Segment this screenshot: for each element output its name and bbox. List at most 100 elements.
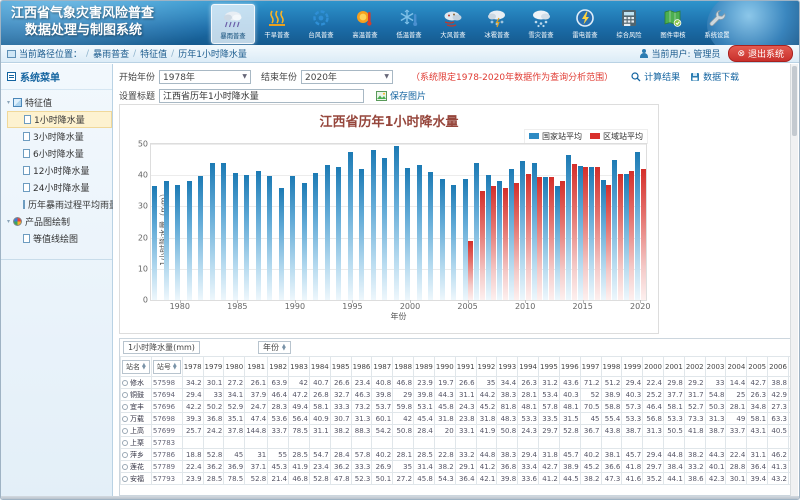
bar-national[interactable] xyxy=(359,169,364,300)
bar-regional[interactable] xyxy=(491,186,496,300)
bar-national[interactable] xyxy=(279,188,284,300)
radio-icon[interactable] xyxy=(122,440,128,446)
tree-leaf-3h-precip[interactable]: 3小时降水量 xyxy=(7,128,112,145)
year-column-header[interactable]: 1979 xyxy=(203,357,224,377)
toolbar-item-hail[interactable]: 冰雹普查 xyxy=(475,4,519,44)
toolbar-item-lowtemp[interactable]: 低温普查 xyxy=(387,4,431,44)
year-column-header[interactable]: 1981 xyxy=(245,357,268,377)
bar-national[interactable] xyxy=(290,176,295,300)
radio-icon[interactable] xyxy=(122,404,128,410)
bar-national[interactable] xyxy=(187,181,192,300)
bar-national[interactable] xyxy=(325,165,330,300)
bar-national[interactable] xyxy=(394,146,399,300)
year-column-header[interactable]: 1995 xyxy=(539,357,560,377)
bar-regional[interactable] xyxy=(606,185,611,300)
bar-regional[interactable] xyxy=(526,174,531,300)
toolbar-item-lightning[interactable]: 雷电普查 xyxy=(563,4,607,44)
legend-item-national[interactable]: 国家站平均 xyxy=(529,131,582,142)
bar-regional[interactable] xyxy=(595,167,600,300)
breadcrumb-item-feature[interactable]: 特征值 xyxy=(140,47,167,60)
year-column-header[interactable]: 1987 xyxy=(372,357,393,377)
radio-icon[interactable] xyxy=(122,476,128,482)
bar-regional[interactable] xyxy=(514,183,519,300)
tree-leaf-contour[interactable]: 等值线绘图 xyxy=(7,230,112,247)
bar-national[interactable] xyxy=(451,185,456,300)
tree-leaf-6h-precip[interactable]: 6小时降水量 xyxy=(7,145,112,162)
tree-leaf-12h-precip[interactable]: 12小时降水量 xyxy=(7,162,112,179)
year-column-header[interactable]: 2002 xyxy=(684,357,705,377)
bar-national[interactable] xyxy=(221,163,226,300)
legend-item-regional[interactable]: 区域站平均 xyxy=(590,131,643,142)
toolbar-item-snow[interactable]: 雪灾普查 xyxy=(519,4,563,44)
download-button[interactable]: 数据下载 xyxy=(690,70,739,83)
bar-regional[interactable] xyxy=(583,167,588,300)
year-group-header[interactable]: 年份 ▲▼ xyxy=(258,341,291,354)
bar-national[interactable] xyxy=(210,163,215,300)
bar-regional[interactable] xyxy=(468,241,473,300)
year-column-header[interactable]: 1983 xyxy=(289,357,310,377)
exit-system-button[interactable]: ⊗ 退出系统 xyxy=(728,45,793,62)
chart-title-input[interactable] xyxy=(159,89,364,103)
year-column-header[interactable]: 1993 xyxy=(497,357,518,377)
bar-national[interactable] xyxy=(313,173,318,300)
station-name-header[interactable]: 站名▲▼ xyxy=(121,357,152,377)
bar-national[interactable] xyxy=(244,175,249,300)
year-column-header[interactable]: 2004 xyxy=(726,357,747,377)
station-select[interactable]: 修水 xyxy=(121,377,152,389)
bar-regional[interactable] xyxy=(560,181,565,300)
bar-national[interactable] xyxy=(336,167,341,300)
bar-regional[interactable] xyxy=(480,191,485,300)
bar-national[interactable] xyxy=(267,176,272,300)
tree-node-features[interactable]: ▾ 特征值 xyxy=(7,94,112,111)
year-column-header[interactable]: 1991 xyxy=(455,357,476,377)
start-year-select[interactable]: 1978年 ▼ xyxy=(159,70,251,84)
year-column-header[interactable]: 1986 xyxy=(351,357,372,377)
bar-national[interactable] xyxy=(175,185,180,300)
tree-leaf-1h-precip[interactable]: 1小时降水量 xyxy=(7,111,112,128)
bar-national[interactable] xyxy=(152,186,157,300)
radio-icon[interactable] xyxy=(122,464,128,470)
bar-regional[interactable] xyxy=(503,188,508,300)
bar-national[interactable] xyxy=(428,172,433,300)
scrollbar-thumb[interactable] xyxy=(792,66,797,136)
bar-regional[interactable] xyxy=(641,169,646,300)
bar-regional[interactable] xyxy=(618,174,623,300)
bar-national[interactable] xyxy=(302,183,307,300)
year-column-header[interactable]: 2006 xyxy=(768,357,789,377)
toolbar-item-risk[interactable]: 综合风险 xyxy=(607,4,651,44)
bar-national[interactable] xyxy=(405,168,410,300)
station-select[interactable]: 莲花 xyxy=(121,461,152,473)
year-column-header[interactable]: 1994 xyxy=(518,357,539,377)
station-select[interactable]: 万载 xyxy=(121,413,152,425)
year-column-header[interactable]: 1985 xyxy=(330,357,351,377)
station-select[interactable]: 萍乡 xyxy=(121,449,152,461)
radio-icon[interactable] xyxy=(122,428,128,434)
station-select[interactable]: 宜丰 xyxy=(121,401,152,413)
year-column-header[interactable]: 1998 xyxy=(601,357,622,377)
page-vertical-scrollbar[interactable] xyxy=(790,64,798,498)
year-column-header[interactable]: 1996 xyxy=(559,357,580,377)
year-column-header[interactable]: 1980 xyxy=(224,357,245,377)
bar-regional[interactable] xyxy=(572,164,577,300)
toolbar-item-drought[interactable]: 干旱普查 xyxy=(255,4,299,44)
station-select[interactable]: 铜鼓 xyxy=(121,389,152,401)
tree-leaf-process-avg[interactable]: 历年暴雨过程平均雨量 xyxy=(7,196,112,213)
year-column-header[interactable]: 2003 xyxy=(705,357,726,377)
year-column-header[interactable]: 2000 xyxy=(643,357,664,377)
year-column-header[interactable]: 2005 xyxy=(747,357,768,377)
toolbar-item-typhoon[interactable]: 台风普查 xyxy=(299,4,343,44)
year-column-header[interactable]: 1982 xyxy=(268,357,289,377)
radio-icon[interactable] xyxy=(122,392,128,398)
bar-national[interactable] xyxy=(371,150,376,300)
bar-national[interactable] xyxy=(440,179,445,300)
tree-node-products[interactable]: ▾ 产品图绘制 xyxy=(7,213,112,230)
toolbar-item-hightemp[interactable]: 高温普查 xyxy=(343,4,387,44)
bar-regional[interactable] xyxy=(537,177,542,300)
bar-national[interactable] xyxy=(233,173,238,300)
save-image-button[interactable]: 保存图片 xyxy=(376,89,426,102)
year-column-header[interactable]: 1992 xyxy=(476,357,497,377)
year-column-header[interactable]: 1988 xyxy=(393,357,414,377)
year-column-header[interactable]: 1990 xyxy=(434,357,455,377)
station-select[interactable]: 上高 xyxy=(121,425,152,437)
year-column-header[interactable]: 1989 xyxy=(414,357,435,377)
